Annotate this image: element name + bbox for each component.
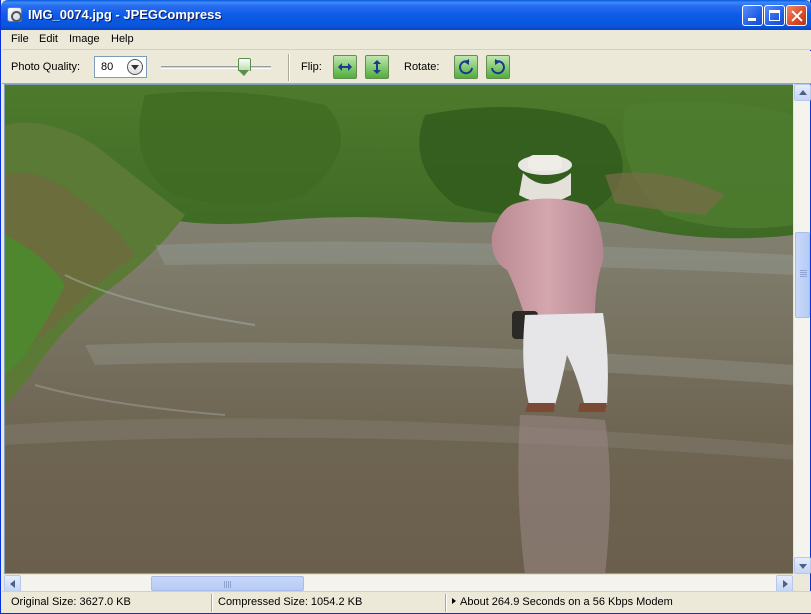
flip-vertical-button[interactable] <box>365 55 389 79</box>
menu-file[interactable]: File <box>11 33 29 45</box>
menu-help[interactable]: Help <box>111 33 134 45</box>
menu-edit[interactable]: Edit <box>39 33 58 45</box>
rotate-left-icon <box>459 59 473 75</box>
horizontal-scroll-thumb[interactable] <box>151 576 304 591</box>
menu-image[interactable]: Image <box>69 33 100 45</box>
app-icon[interactable] <box>7 7 22 22</box>
rotate-right-button[interactable] <box>486 55 510 79</box>
vertical-scrollbar[interactable] <box>793 84 811 574</box>
menu-bar: File Edit Image Help <box>2 30 811 50</box>
flip-label: Flip: <box>301 61 322 73</box>
chevron-down-icon[interactable] <box>127 59 143 75</box>
scroll-up-button[interactable] <box>794 84 811 101</box>
grip-icon <box>800 270 807 278</box>
arrow-right-icon <box>783 580 788 588</box>
scroll-down-button[interactable] <box>794 557 811 574</box>
original-size-status: Original Size: 3627.0 KB <box>11 596 131 608</box>
scroll-right-button[interactable] <box>776 575 793 592</box>
window-title: IMG_0074.jpg - JPEGCompress <box>28 7 222 22</box>
photo-preview <box>5 85 793 573</box>
photo-quality-label: Photo Quality: <box>11 61 81 73</box>
toolbar-separator <box>288 54 290 81</box>
play-arrow-icon <box>452 598 456 604</box>
close-button[interactable] <box>786 5 807 26</box>
toolbar: Photo Quality: 80 Flip: Rotate: <box>2 51 811 84</box>
arrow-down-icon <box>799 564 807 569</box>
image-viewport[interactable] <box>4 84 793 574</box>
rotate-right-icon <box>491 59 505 75</box>
rotate-left-button[interactable] <box>454 55 478 79</box>
flip-horizontal-icon <box>338 63 352 71</box>
transfer-time-status: About 264.9 Seconds on a 56 Kbps Modem <box>447 595 807 612</box>
flip-vertical-icon <box>373 60 381 74</box>
photo-quality-value: 80 <box>101 61 114 73</box>
flip-horizontal-button[interactable] <box>333 55 357 79</box>
maximize-button[interactable] <box>764 5 785 26</box>
arrow-up-icon <box>799 90 807 95</box>
scroll-left-button[interactable] <box>4 575 21 592</box>
compressed-size-status: Compressed Size: 1054.2 KB <box>218 596 363 608</box>
status-bar: Original Size: 3627.0 KB Compressed Size… <box>2 591 811 613</box>
photo-quality-dropdown[interactable]: 80 <box>94 56 147 78</box>
title-bar[interactable]: IMG_0074.jpg - JPEGCompress <box>1 0 811 30</box>
transfer-time-text: About 264.9 Seconds on a 56 Kbps Modem <box>460 596 673 608</box>
quality-slider-thumb[interactable] <box>238 58 251 76</box>
vertical-scroll-thumb[interactable] <box>795 232 810 318</box>
grip-icon <box>224 581 232 588</box>
rotate-label: Rotate: <box>404 61 440 73</box>
scrollbar-corner <box>793 574 810 591</box>
arrow-left-icon <box>10 580 15 588</box>
minimize-button[interactable] <box>742 5 763 26</box>
app-window: IMG_0074.jpg - JPEGCompress File Edit Im… <box>0 0 811 614</box>
horizontal-scrollbar[interactable] <box>4 574 793 592</box>
quality-slider-track[interactable] <box>161 66 271 69</box>
